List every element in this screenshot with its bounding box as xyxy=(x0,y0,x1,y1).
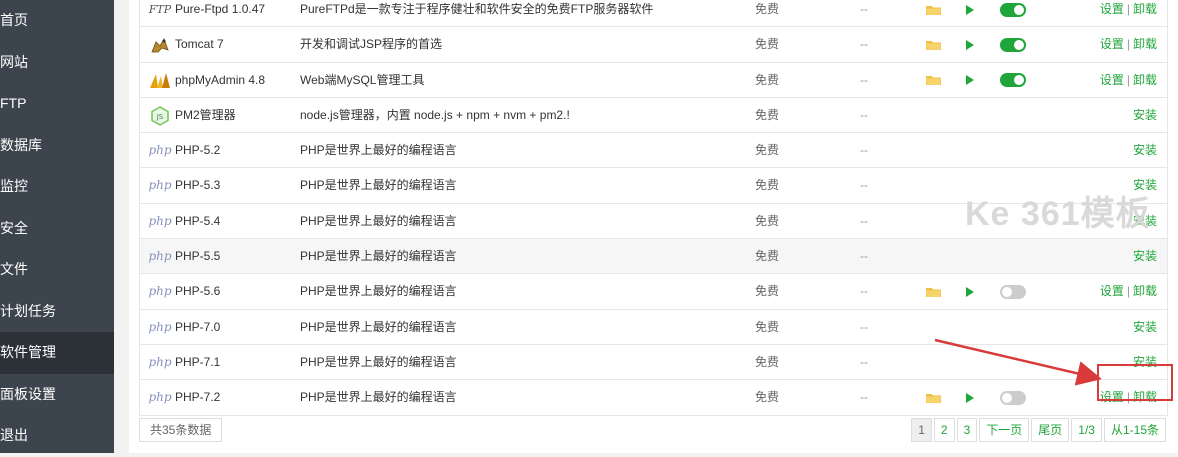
annotation-arrow xyxy=(934,338,1102,386)
annotation-highlight-box xyxy=(1097,364,1173,401)
